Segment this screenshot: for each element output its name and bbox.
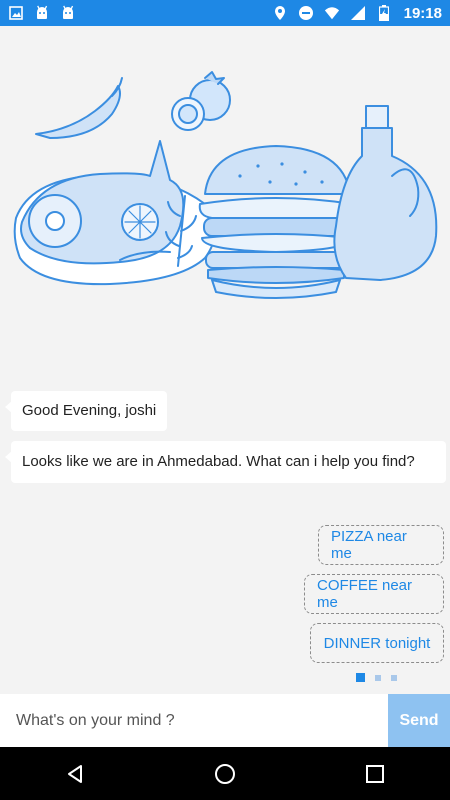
- home-button[interactable]: [205, 754, 245, 794]
- recents-button[interactable]: [355, 754, 395, 794]
- battery-charging-icon: [376, 5, 392, 21]
- send-label: Send: [399, 711, 439, 729]
- pager-dot[interactable]: [391, 674, 397, 681]
- chili-icon: [35, 85, 121, 139]
- status-bar: 19:18: [0, 0, 450, 26]
- home-icon: [215, 763, 235, 784]
- status-bar-system: 19:18: [272, 5, 442, 22]
- food-illustration: [0, 26, 450, 356]
- location-icon: [272, 5, 288, 21]
- greeting-bubble: Good Evening, joshi: [4, 391, 168, 431]
- burger-icon: [204, 145, 351, 195]
- recents-icon: [366, 764, 384, 783]
- message-input-bar: Send: [0, 694, 450, 747]
- suggestion-dinner[interactable]: DINNER tonight: [310, 623, 444, 663]
- bottle-icon: [333, 127, 438, 281]
- assistant-message-bubble: Looks like we are in Ahmedabad. What can…: [5, 441, 446, 483]
- status-bar-notifications: [8, 5, 76, 21]
- signal-icon: [350, 5, 366, 21]
- pager-dot[interactable]: [375, 674, 381, 681]
- image-icon: [8, 5, 24, 21]
- suggestion-coffee[interactable]: COFFEE near me: [304, 574, 444, 614]
- back-icon: [68, 764, 82, 783]
- message-input[interactable]: [0, 694, 388, 747]
- suggestion-pizza[interactable]: PIZZA near me: [318, 525, 444, 565]
- suggestion-label: COFFEE near me: [317, 577, 413, 611]
- suggestion-label: DINNER tonight: [323, 634, 431, 652]
- back-button[interactable]: [55, 754, 95, 794]
- suggestion-label: PIZZA near me: [331, 528, 407, 562]
- assistant-message-text: Looks like we are in Ahmedabad. What can…: [22, 453, 415, 470]
- suggestion-pager: [356, 673, 397, 682]
- pager-dot-active[interactable]: [356, 673, 365, 682]
- status-time: 19:18: [403, 4, 442, 22]
- greeting-text: Good Evening, joshi: [22, 402, 157, 419]
- send-button[interactable]: Send: [388, 694, 450, 747]
- navigation-bar: [0, 747, 450, 800]
- android-icon: [60, 5, 76, 21]
- android-icon: [34, 5, 50, 21]
- do-not-disturb-icon: [298, 5, 314, 21]
- wifi-icon: [324, 5, 340, 21]
